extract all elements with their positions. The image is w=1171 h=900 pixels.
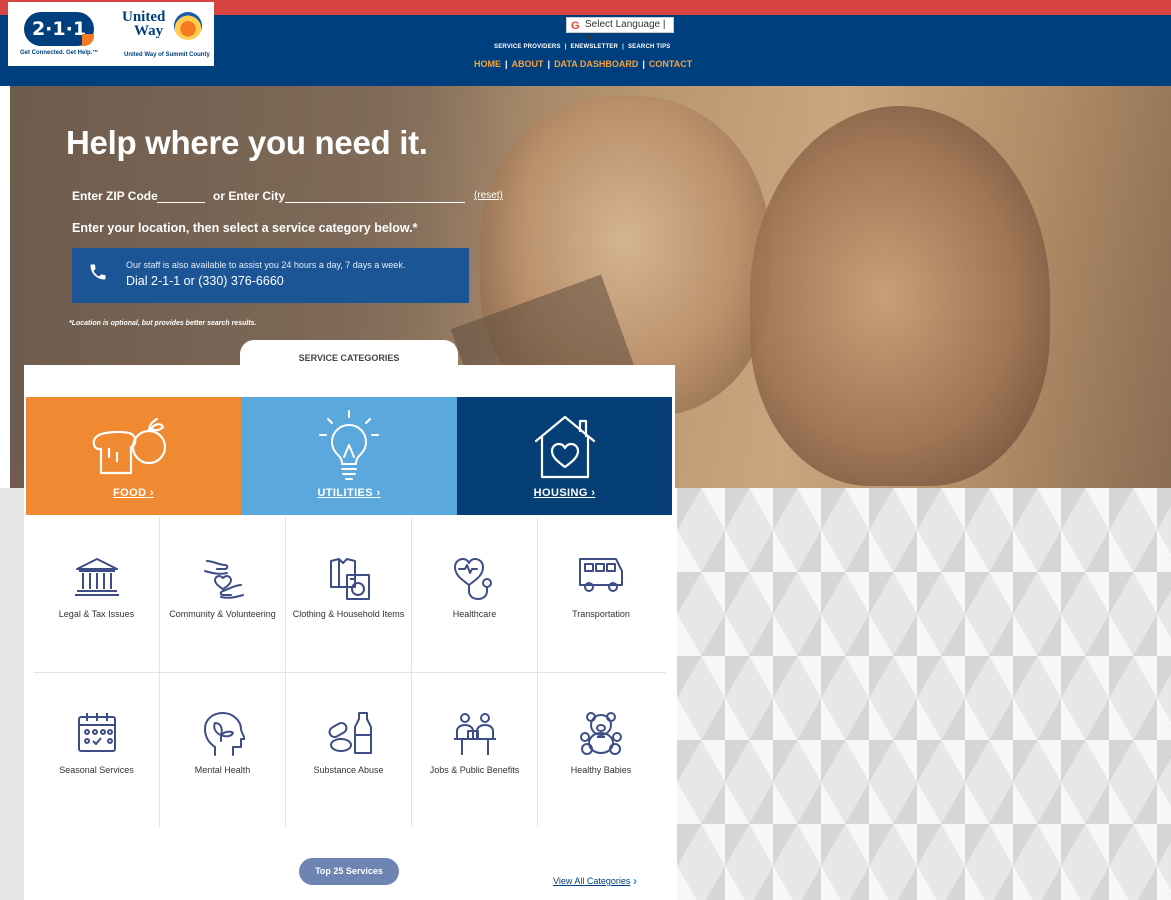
category-legal-tax-label: Legal & Tax Issues [58,609,135,619]
people-desk-icon [453,713,496,755]
category-transportation[interactable]: Transportation [538,517,664,671]
head-leaf-icon [203,712,245,756]
logo-united-way[interactable]: United Way United Way of Summit County [118,8,214,60]
category-grid: Legal & Tax Issues Community & Volunteer… [34,517,666,829]
courthouse-icon [74,558,119,596]
category-clothing-household-label: Clothing & Household Items [292,609,405,619]
call-banner[interactable]: Our staff is also available to assist yo… [72,248,469,303]
category-transportation-label: Transportation [572,609,630,619]
top-25-services-button[interactable]: Top 25 Services [299,858,399,885]
category-housing[interactable]: HOUSING › [457,397,672,515]
bread-apple-icon [92,417,166,475]
reset-link[interactable]: (reset) [474,190,503,201]
logo-211-tagline: Get Connected. Get Help.™ [20,50,99,56]
logo-uw-text: United Way [122,10,165,39]
category-healthy-babies-label: Healthy Babies [570,765,632,775]
category-mental-health-label: Mental Health [194,765,251,775]
secondary-nav: SERVICE PROVIDERS | ENEWSLETTER | SEARCH TIP… [494,44,671,50]
category-clothing-household[interactable]: Clothing & Household Items [286,517,412,671]
call-banner-number: Dial 2-1-1 or (330) 376-6660 [126,274,284,288]
logo-uw-line2: Way [134,23,164,39]
category-healthy-babies[interactable]: Healthy Babies [538,673,664,827]
category-community-volunteering[interactable]: Community & Volunteering [160,517,286,671]
category-utilities[interactable]: UTILITIES › [241,397,457,515]
logo-uw-tagline: United Way of Summit County [124,52,210,58]
nav-separator: | [642,59,645,69]
nav-service-providers[interactable]: SERVICE PROVIDERS [494,44,561,50]
category-healthcare[interactable]: Healthcare [412,517,538,671]
city-input[interactable] [285,202,465,203]
category-food[interactable]: FOOD › [26,397,241,515]
category-legal-tax[interactable]: Legal & Tax Issues [34,517,160,671]
logo-area: 2·1·1 Get Connected. Get Help.™ United W… [8,2,214,66]
bus-icon [579,558,623,592]
service-categories-tab: SERVICE CATEGORIES [240,340,458,372]
triangle-pattern-background [677,488,1171,900]
stethoscope-icon [453,558,492,600]
language-select[interactable]: G Select Language | ▼ [566,17,674,44]
chevron-right-icon: › [633,874,637,888]
zip-label: Enter ZIP Code [72,189,158,203]
nav-separator: | [505,59,508,69]
nav-separator: | [564,44,567,50]
language-select-label: Select Language [585,19,661,30]
lightbulb-icon [319,410,379,480]
category-jobs-benefits[interactable]: Jobs & Public Benefits [412,673,538,827]
shirt-washer-icon [329,558,370,600]
category-seasonal[interactable]: Seasonal Services [34,673,160,827]
nav-home[interactable]: HOME [474,59,501,69]
united-way-emblem-icon [174,12,202,40]
view-all-categories-link[interactable]: View All Categories › [553,874,637,888]
calendar-icon [77,713,116,752]
nav-enewsletter[interactable]: ENEWSLETTER [571,44,619,50]
zip-input[interactable] [157,202,205,203]
logo-211[interactable]: 2·1·1 Get Connected. Get Help.™ [20,8,110,60]
hands-heart-icon [203,560,244,599]
category-seasonal-label: Seasonal Services [59,765,134,775]
category-community-volunteering-label: Community & Volunteering [169,609,276,619]
category-substance-abuse[interactable]: Substance Abuse [286,673,412,827]
category-housing-label: HOUSING › [533,487,596,499]
nav-separator: | [547,59,551,69]
google-g-icon: G [571,20,580,32]
pills-bottle-icon [328,712,372,754]
house-heart-icon [534,415,595,479]
hero-title: Help where you need it. [66,124,428,161]
call-banner-text: Our staff is also available to assist yo… [126,260,406,270]
category-jobs-benefits-label: Jobs & Public Benefits [429,765,520,775]
category-substance-abuse-label: Substance Abuse [313,765,384,775]
teddy-bear-icon [580,712,622,755]
hero-photo-mother [750,106,1050,486]
main-nav: HOME | ABOUT | DATA DASHBOARD | CONTACT [474,59,692,69]
nav-separator: | [622,44,624,50]
category-healthcare-label: Healthcare [452,609,497,619]
location-instruction: Enter your location, then select a servi… [72,221,418,235]
nav-data-dashboard[interactable]: DATA DASHBOARD [554,59,638,69]
nav-contact[interactable]: CONTACT [649,59,692,69]
category-utilities-label: UTILITIES › [317,487,381,499]
logo-211-tail [82,34,94,46]
location-footnote: *Location is optional, but provides bett… [69,320,257,327]
view-all-categories-label: View All Categories [553,876,631,886]
category-mental-health[interactable]: Mental Health [160,673,286,827]
city-label: or Enter City [213,189,286,203]
nav-about[interactable]: ABOUT [512,59,544,69]
nav-search-tips[interactable]: SEARCH TIPS [628,44,671,50]
pattern-left-strip [0,488,24,900]
phone-icon [88,262,108,288]
category-food-label: FOOD › [113,487,154,499]
